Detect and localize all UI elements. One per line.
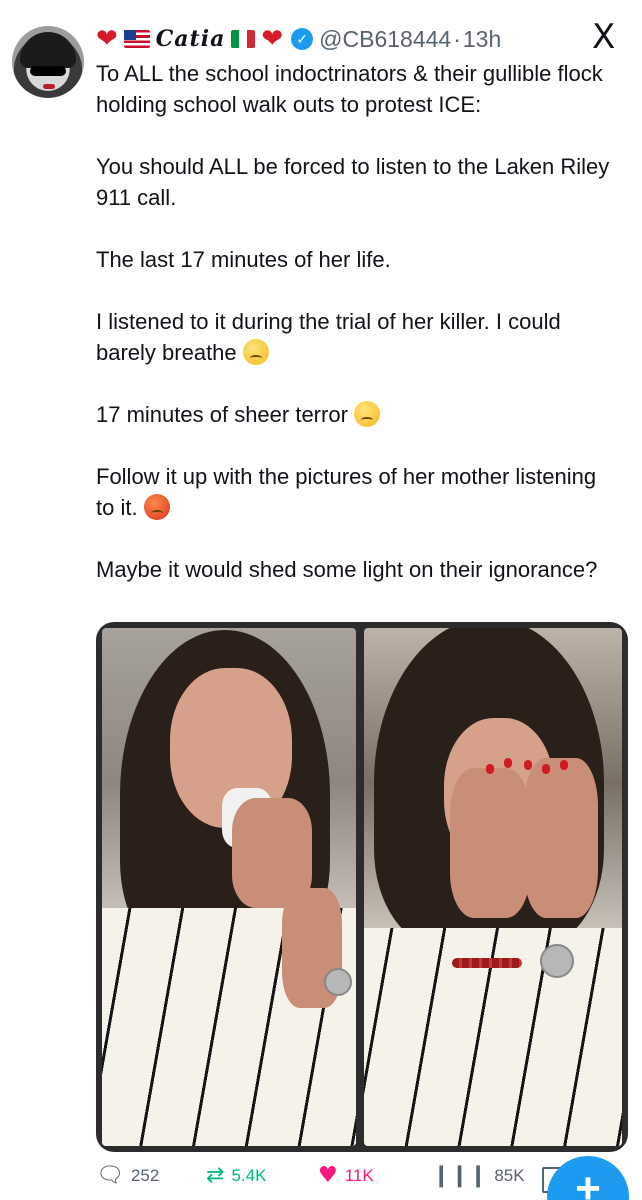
avatar[interactable]	[12, 26, 84, 98]
italy-flag-icon	[231, 30, 256, 48]
tweet-paragraph: 17 minutes of sheer terror	[96, 399, 616, 430]
cursing-face-emoji-icon	[143, 494, 170, 520]
red-heart-icon: ❤	[96, 24, 118, 54]
reply-button[interactable]: 🗨 252	[96, 1163, 159, 1188]
timestamp[interactable]: 13h	[463, 26, 501, 53]
reply-count: 252	[130, 1165, 160, 1185]
tweet-paragraph: The last 17 minutes of her life.	[96, 247, 391, 272]
red-heart-icon: ❤	[261, 24, 284, 54]
woman-crying-with-tissue-photo[interactable]	[102, 628, 356, 1146]
retweet-button[interactable]: ⇄ 5.4K	[206, 1163, 266, 1188]
disappointed-face-emoji-icon	[242, 339, 269, 365]
user-handle[interactable]: @CB618444	[319, 26, 451, 53]
x-logo-icon[interactable]: X	[592, 20, 615, 54]
tweet-media[interactable]	[96, 622, 628, 1152]
weary-face-emoji-icon	[353, 401, 380, 427]
tweet-paragraph: Maybe it would shed some light on their …	[96, 557, 598, 582]
tweet: ❤ Catia ❤ ✓ @CB618444 · 13h X To ALL the…	[0, 0, 642, 1200]
tweet-text: To ALL the school indoctrinators & their…	[96, 58, 616, 616]
tweet-paragraph: Follow it up with the pictures of her mo…	[96, 464, 597, 520]
heart-icon: ♥	[318, 1163, 338, 1188]
views-button[interactable]: ❙❙❙ 85K	[432, 1163, 525, 1188]
us-flag-icon	[123, 30, 150, 48]
woman-covering-face-with-hands-photo[interactable]	[364, 628, 622, 1146]
retweet-icon: ⇄	[206, 1163, 225, 1188]
retweet-count: 5.4K	[231, 1165, 267, 1185]
verified-badge-icon[interactable]: ✓	[291, 28, 314, 50]
like-count: 11K	[344, 1165, 374, 1185]
tweet-paragraph: You should ALL be forced to listen to th…	[96, 154, 610, 210]
separator-dot: ·	[453, 25, 461, 52]
tweet-paragraph: I listened to it during the trial of her…	[96, 309, 561, 365]
display-name[interactable]: Catia	[156, 26, 226, 52]
tweet-header: ❤ Catia ❤ ✓ @CB618444 · 13h	[96, 22, 501, 56]
views-icon: ❙❙❙	[432, 1163, 488, 1188]
tweet-paragraph: To ALL the school indoctrinators & their…	[96, 61, 603, 117]
like-button[interactable]: ♥ 11K	[318, 1163, 374, 1188]
reply-icon: 🗨	[96, 1163, 124, 1188]
views-count: 85K	[494, 1165, 525, 1185]
